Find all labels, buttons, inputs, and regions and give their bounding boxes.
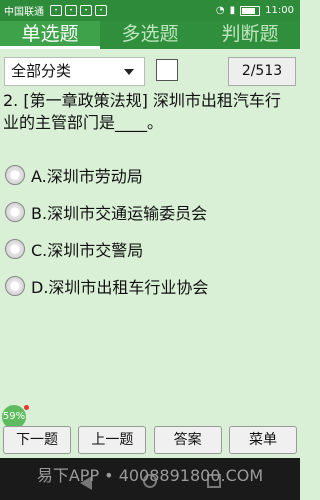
wifi-icon: ◔: [215, 5, 225, 16]
toolbar: 全部分类 2/513: [0, 56, 300, 88]
message-icon: •: [95, 5, 107, 16]
category-select[interactable]: 全部分类: [4, 57, 145, 86]
watermark-text: 易下APP • 4008891800.COM: [36, 466, 264, 485]
wechat-icon: •: [50, 5, 62, 16]
chevron-down-icon: [124, 69, 134, 75]
bottom-action-bar: 下一题 上一题 答案 菜单: [0, 426, 300, 456]
carrier-label: 中国联通: [4, 7, 44, 18]
tab-multiple-choice[interactable]: 多选题: [100, 21, 200, 49]
status-bar: 中国联通 • • • • ◔ ▮ 11:00: [0, 0, 300, 21]
radio-button[interactable]: [5, 165, 25, 185]
tab-single-choice[interactable]: 单选题: [0, 21, 100, 49]
option-label: B.深圳市交通运输委员会: [31, 204, 208, 223]
image-icon: •: [80, 5, 92, 16]
next-question-button[interactable]: 下一题: [3, 426, 71, 454]
option-label: C.深圳市交警局: [31, 241, 144, 260]
category-select-value: 全部分类: [11, 62, 72, 80]
question-counter[interactable]: 2/513: [228, 57, 296, 86]
radio-button[interactable]: [5, 202, 25, 222]
tab-true-false[interactable]: 判断题: [200, 21, 300, 49]
option-a[interactable]: A.深圳市劳动局: [5, 162, 295, 188]
menu-button[interactable]: 菜单: [228, 426, 297, 454]
option-d[interactable]: D.深圳市出租车行业协会: [5, 273, 295, 299]
answer-button[interactable]: 答案: [153, 426, 222, 454]
option-b[interactable]: B.深圳市交通运输委员会: [5, 199, 295, 225]
option-c[interactable]: C.深圳市交警局: [5, 236, 295, 262]
notification-dot: [24, 405, 29, 410]
battery-icon: [240, 5, 261, 16]
notification-icons: • • • •: [50, 5, 107, 16]
favorite-checkbox[interactable]: [156, 59, 178, 81]
question-text: 2. [第一章政策法规] 深圳市出租汽车行业的主管部门是____。: [3, 91, 281, 132]
clock: 11:00: [265, 5, 294, 16]
question-type-tabs: 单选题 多选题 判断题: [0, 21, 300, 49]
signal-icon: ▮: [229, 5, 236, 16]
option-label: D.深圳市出租车行业协会: [31, 278, 209, 297]
app-notification-icon: •: [65, 5, 77, 16]
radio-button[interactable]: [5, 276, 25, 296]
radio-button[interactable]: [5, 239, 25, 259]
option-label: A.深圳市劳动局: [31, 167, 143, 186]
previous-question-button[interactable]: 上一题: [78, 426, 147, 454]
